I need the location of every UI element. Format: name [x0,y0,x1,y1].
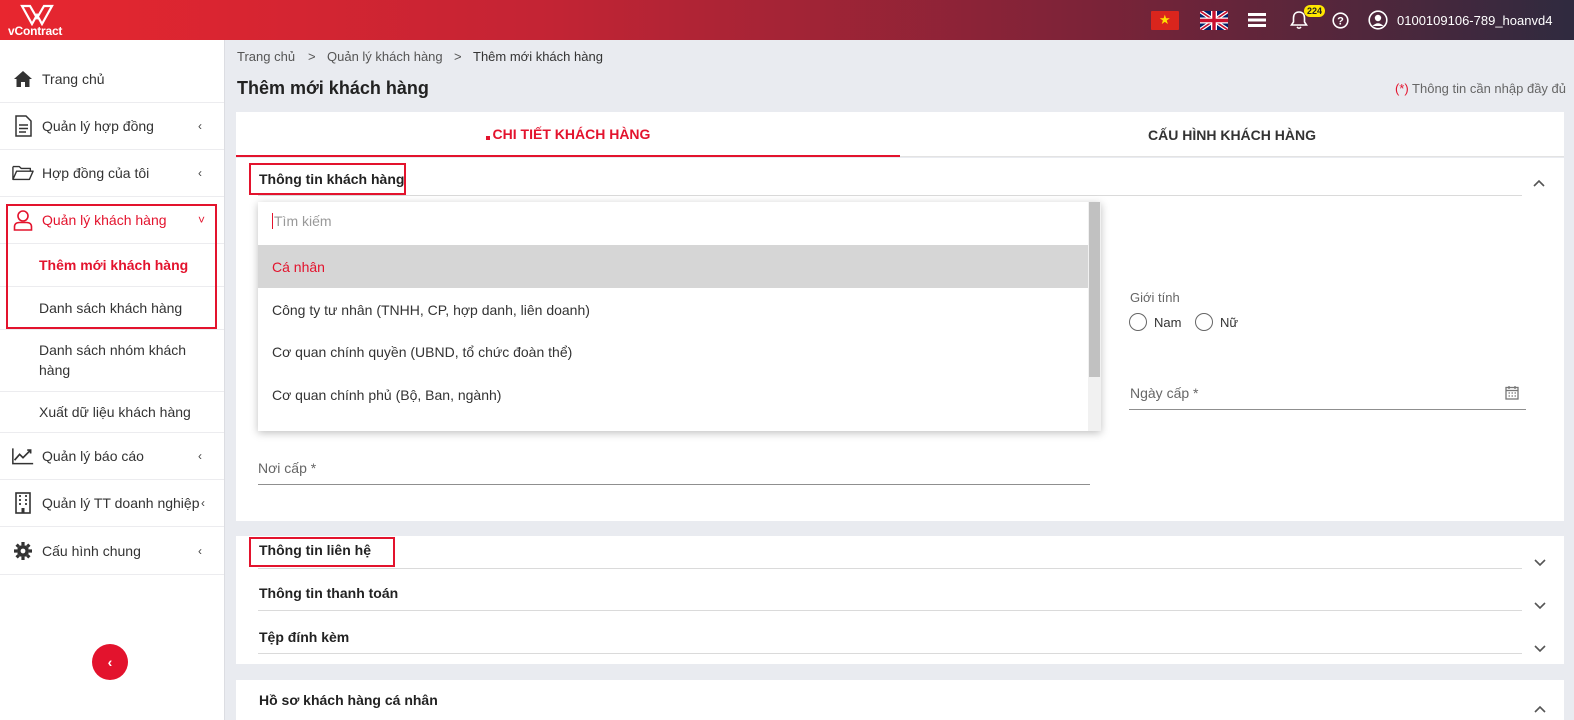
logo-mark-icon [20,4,54,26]
gear-icon [12,540,34,562]
dropdown-option[interactable]: Cơ quan chính phủ (Bộ, Ban, ngành) [258,373,1088,416]
breadcrumb-separator: > [308,49,316,64]
logo-text: vContract [8,24,63,38]
user-circle-icon [1368,10,1388,30]
tab-label: CẤU HÌNH KHÁCH HÀNG [1148,126,1316,143]
building-icon [12,492,34,514]
sidebar-item-settings[interactable]: Cấu hình chung ‹ [0,527,224,575]
gender-male-label: Nam [1154,315,1182,330]
sidebar-item-label: Trang chủ [42,71,105,87]
customer-type-dropdown: Tìm kiếm Cá nhân Công ty tư nhân (TNHH, … [258,202,1101,431]
section-title-profile[interactable]: Hồ sơ khách hàng cá nhân [259,692,438,708]
chevron-down-icon[interactable] [1534,555,1546,570]
tab-label: CHI TIẾT KHÁCH HÀNG [492,125,651,142]
sidebar-subitem-label: Danh sách nhóm khách hàng [39,342,187,378]
required-note: (*) Thông tin cần nhập đầy đủ [1395,81,1566,96]
menu-button[interactable] [1248,0,1266,40]
breadcrumb-separator: > [454,49,462,64]
flag-uk-icon [1200,10,1228,30]
gender-male-radio[interactable] [1129,313,1147,331]
chevron-left-icon: ‹ [201,496,205,510]
highlight-box [6,204,217,329]
breadcrumb-home[interactable]: Trang chủ [237,49,295,64]
lang-vn-button[interactable] [1151,0,1179,40]
calendar-icon[interactable] [1505,385,1519,403]
tab-customer-config[interactable]: CẤU HÌNH KHÁCH HÀNG [900,112,1564,157]
dropdown-option-label: Cơ quan chính phủ (Bộ, Ban, ngành) [272,386,502,403]
home-icon [12,68,34,90]
collapsed-sections-card [236,536,1564,664]
sidebar-item-label: Quản lý TT doanh nghiệp [42,495,200,511]
sidebar-collapse-button[interactable]: ‹ [92,644,128,680]
issue-place-underline [258,484,1090,485]
breadcrumb-current: Thêm mới khách hàng [473,49,603,64]
sidebar-item-enterprise[interactable]: Quản lý TT doanh nghiệp ‹ [0,480,224,527]
highlight-box [249,163,406,195]
section-divider [258,653,1522,654]
dropdown-option-label: Cơ quan chính quyền (UBND, tổ chức đoàn … [272,343,573,360]
chevron-left-icon: ‹ [198,543,202,558]
sidebar-item-label: Hợp đồng của tôi [42,165,150,181]
dropdown-option-label: Công ty tư nhân (TNHH, CP, hợp danh, liê… [272,301,590,318]
chevron-up-icon[interactable] [1533,175,1545,190]
gender-female-label: Nữ [1220,315,1239,330]
sidebar-item-reports[interactable]: Quản lý báo cáo ‹ [0,433,224,480]
dropdown-option-selected[interactable]: Cá nhân [258,245,1088,288]
dropdown-option[interactable]: Cơ quan chính quyền (UBND, tổ chức đoàn … [258,330,1088,373]
top-bar: vContract 224 ? [0,0,1574,40]
chevron-left-icon: ‹ [107,654,113,670]
dropdown-scrollbar-thumb[interactable] [1089,202,1100,377]
user-name: 0100109106-789_hoanvd4 [1397,12,1553,28]
required-text: Thông tin cần nhập đầy đủ [1408,81,1566,96]
flag-vn-icon [1151,10,1179,30]
sidebar: Trang chủ Quản lý hợp đồng ‹ Hợp đồng củ… [0,40,225,720]
required-mark: (*) [1394,81,1409,96]
sidebar-subitem-customer-groups[interactable]: Danh sách nhóm khách hàng [0,330,224,392]
help-button[interactable]: ? [1332,0,1349,40]
document-icon [12,115,34,137]
user-menu[interactable]: 0100109106-789_hoanvd4 [1368,0,1552,40]
chevron-down-icon[interactable] [1534,598,1546,613]
active-dot [485,135,490,140]
dropdown-option-label: Cá nhân [272,258,325,275]
vcontract-logo[interactable]: vContract [6,2,72,38]
gender-label: Giới tính [1130,290,1180,305]
svg-text:?: ? [1337,15,1344,27]
dropdown-search-input[interactable]: Tìm kiếm [272,213,332,229]
sidebar-subitem-export-customers[interactable]: Xuất dữ liệu khách hàng [0,392,224,433]
section-title-payment-info[interactable]: Thông tin thanh toán [259,585,398,601]
section-title-attachments[interactable]: Tệp đính kèm [259,629,349,645]
section-divider [258,195,1522,196]
chevron-up-icon[interactable] [1534,701,1546,716]
chevron-left-icon: ‹ [198,166,202,180]
dropdown-option[interactable]: Công ty tư nhân (TNHH, CP, hợp danh, liê… [258,288,1088,331]
sidebar-item-my-contracts[interactable]: Hợp đồng của tôi ‹ [0,150,224,197]
lang-en-button[interactable] [1200,0,1228,40]
section-divider [258,610,1522,611]
issue-date-field[interactable] [1129,375,1526,409]
chart-icon [12,445,34,467]
highlight-box [249,537,395,567]
sidebar-item-home[interactable]: Trang chủ [0,56,224,103]
menu-icon [1248,13,1266,27]
gender-female-radio[interactable] [1195,313,1213,331]
sidebar-item-contracts[interactable]: Quản lý hợp đồng ‹ [0,103,224,150]
page-title: Thêm mới khách hàng [237,78,429,98]
section-divider [258,568,1522,569]
sidebar-item-label: Quản lý báo cáo [42,448,144,464]
tab-bar: CHI TIẾT KHÁCH HÀNG CẤU HÌNH KHÁCH HÀNG [236,112,1564,157]
sidebar-item-label: Quản lý hợp đồng [42,118,154,134]
chevron-left-icon: ‹ [198,119,202,133]
chevron-down-icon[interactable] [1534,641,1546,656]
tab-customer-details[interactable]: CHI TIẾT KHÁCH HÀNG [236,112,900,157]
notification-count-badge: 224 [1304,5,1326,17]
issue-date-underline [1129,409,1526,410]
help-icon: ? [1332,11,1349,29]
issue-place-field[interactable] [258,450,1090,484]
folder-icon [12,162,34,184]
chevron-left-icon: ‹ [198,449,202,463]
sidebar-subitem-label: Xuất dữ liệu khách hàng [39,404,191,420]
sidebar-item-label: Cấu hình chung [42,542,141,559]
breadcrumb-parent[interactable]: Quản lý khách hàng [327,49,443,64]
